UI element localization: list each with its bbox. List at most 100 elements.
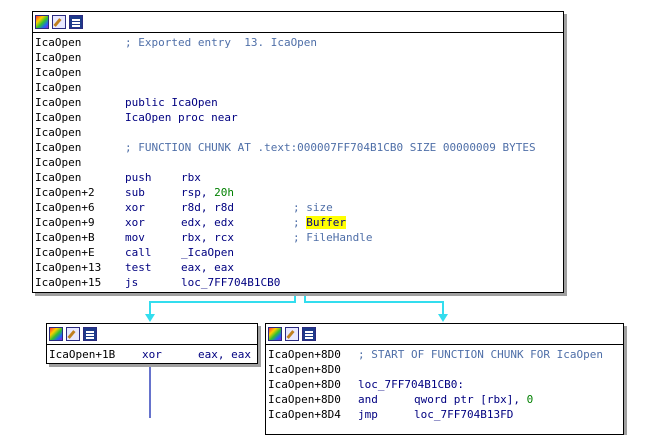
- operand-group: rsp, 20h: [181, 185, 293, 200]
- instruction-line[interactable]: IcaOpen+E call _IcaOpen: [35, 245, 563, 260]
- graph-view-icon[interactable]: [302, 327, 316, 341]
- code-line[interactable]: IcaOpen: [35, 155, 563, 170]
- color-palette-icon[interactable]: [49, 327, 63, 341]
- line-address: IcaOpen+2: [35, 186, 95, 199]
- mnemonic: xor: [125, 216, 145, 229]
- mnemonic: push: [125, 171, 152, 184]
- line-address: IcaOpen+8D0: [268, 393, 341, 406]
- code-line[interactable]: IcaOpen+8D0: [268, 362, 623, 377]
- graph-view-icon[interactable]: [83, 327, 97, 341]
- edit-pencil-icon[interactable]: [66, 327, 80, 341]
- label-text: public IcaOpen: [125, 96, 218, 109]
- line-address: IcaOpen: [35, 96, 82, 109]
- inline-comment: ; size: [293, 201, 333, 214]
- line-address: IcaOpen: [35, 156, 82, 169]
- graph-view-icon[interactable]: [69, 15, 83, 29]
- line-address: IcaOpen+13: [35, 261, 102, 274]
- code-line[interactable]: IcaOpen ; Exported entry 13. IcaOpen: [35, 35, 563, 50]
- instruction-line[interactable]: IcaOpen+B mov rbx, rcx ; FileHandle: [35, 230, 563, 245]
- block-toolbar: [266, 324, 623, 345]
- operand-group: r8d, r8d: [181, 200, 293, 215]
- code-line[interactable]: IcaOpen+1B xor eax, eax: [49, 347, 257, 362]
- instruction-line[interactable]: IcaOpen+15 js loc_7FF704B1CB0: [35, 275, 563, 290]
- line-address: IcaOpen+15: [35, 276, 102, 289]
- operand-group: loc_7FF704B1CB0: [181, 275, 293, 290]
- instruction-line[interactable]: IcaOpen+8D4 jmp loc_7FF704B13FD: [268, 407, 623, 422]
- operand-group: eax, eax: [181, 260, 293, 275]
- mnemonic: test: [125, 261, 152, 274]
- operands: rsp,: [181, 186, 215, 199]
- label-text: IcaOpen proc near: [125, 111, 238, 124]
- code-line[interactable]: IcaOpen: [35, 80, 563, 95]
- mnemonic: sub: [125, 186, 145, 199]
- instruction-line[interactable]: IcaOpen+13 test eax, eax: [35, 260, 563, 275]
- operands: rbx: [181, 171, 201, 184]
- line-address: IcaOpen: [35, 51, 82, 64]
- operands: eax, eax: [181, 261, 234, 274]
- operands: _IcaOpen: [181, 246, 234, 259]
- operand-group: rbx: [181, 170, 293, 185]
- operands: loc_7FF704B1CB0: [181, 276, 281, 289]
- immediate-value: 0: [526, 393, 534, 406]
- line-address: IcaOpen: [35, 81, 82, 94]
- instruction-line[interactable]: IcaOpen+6 xor r8d, r8d ; size: [35, 200, 563, 215]
- code-line[interactable]: IcaOpen+8D0 loc_7FF704B1CB0:: [268, 377, 623, 392]
- color-palette-icon[interactable]: [35, 15, 49, 29]
- code-line[interactable]: IcaOpen ; FUNCTION CHUNK AT .text:000007F…: [35, 140, 563, 155]
- line-address: IcaOpen+8D0: [268, 378, 341, 391]
- line-address: IcaOpen: [35, 66, 82, 79]
- inline-comment: ;: [293, 216, 307, 229]
- block-toolbar: [47, 324, 257, 345]
- code-line[interactable]: IcaOpen IcaOpen proc near: [35, 110, 563, 125]
- line-address: IcaOpen: [35, 141, 82, 154]
- mnemonic: and: [358, 393, 378, 406]
- comment-text: ; START OF FUNCTION CHUNK FOR IcaOpen: [358, 348, 604, 361]
- operands: eax, eax: [198, 348, 251, 361]
- label-text: loc_7FF704B1CB0:: [358, 378, 464, 391]
- operand-group: edx, edx: [181, 215, 293, 230]
- code-line[interactable]: IcaOpen public IcaOpen: [35, 95, 563, 110]
- chunk-code-listing: IcaOpen+8D0 ; START OF FUNCTION CHUNK FOR…: [266, 345, 623, 424]
- operand-group: _IcaOpen: [181, 245, 293, 260]
- code-line[interactable]: IcaOpen: [35, 65, 563, 80]
- function-chunk-block[interactable]: IcaOpen+8D0 ; START OF FUNCTION CHUNK FOR…: [265, 323, 624, 435]
- mnemonic: mov: [125, 231, 145, 244]
- operands: loc_7FF704B13FD: [414, 408, 514, 421]
- instruction-line[interactable]: IcaOpen+9 xor edx, edx; Buffer: [35, 215, 563, 230]
- color-palette-icon[interactable]: [268, 327, 282, 341]
- mnemonic: xor: [125, 201, 145, 214]
- line-address: IcaOpen: [35, 171, 82, 184]
- mnemonic: xor: [142, 348, 162, 361]
- operands: rbx, rcx: [181, 231, 234, 244]
- main-code-listing: IcaOpen; Exported entry 13. IcaOpen IcaOp…: [33, 33, 563, 292]
- edit-pencil-icon[interactable]: [52, 15, 66, 29]
- main-code-block[interactable]: IcaOpen; Exported entry 13. IcaOpen IcaOp…: [32, 11, 564, 293]
- operands: edx, edx: [181, 216, 234, 229]
- operands: r8d, r8d: [181, 201, 234, 214]
- line-address: IcaOpen+8D4: [268, 408, 341, 421]
- edit-pencil-icon[interactable]: [285, 327, 299, 341]
- line-address: IcaOpen: [35, 111, 82, 124]
- xor-code-listing: IcaOpen+1B xor eax, eax: [47, 345, 257, 364]
- line-address: IcaOpen+9: [35, 216, 95, 229]
- mnemonic: jmp: [358, 408, 378, 421]
- highlighted-symbol: Buffer: [306, 216, 346, 229]
- code-line[interactable]: IcaOpen: [35, 50, 563, 65]
- line-address: IcaOpen: [35, 126, 82, 139]
- xor-code-block[interactable]: IcaOpen+1B xor eax, eax: [46, 323, 258, 364]
- mnemonic: js: [125, 276, 139, 289]
- comment-text: ; Exported entry 13. IcaOpen: [125, 36, 318, 49]
- immediate-value: 20h: [214, 186, 234, 199]
- mnemonic: call: [125, 246, 152, 259]
- inline-comment: ; FileHandle: [293, 231, 373, 244]
- line-address: IcaOpen+8D0: [268, 363, 341, 376]
- instruction-line[interactable]: IcaOpen+8D0 and qword ptr [rbx], 0: [268, 392, 623, 407]
- line-address: IcaOpen+6: [35, 201, 95, 214]
- instruction-line[interactable]: IcaOpen+2 sub rsp, 20h: [35, 185, 563, 200]
- instruction-line[interactable]: IcaOpen push rbx: [35, 170, 563, 185]
- line-address: IcaOpen+E: [35, 246, 95, 259]
- block-toolbar: [33, 12, 563, 33]
- code-line[interactable]: IcaOpen: [35, 125, 563, 140]
- operands: qword ptr [rbx],: [414, 393, 527, 406]
- code-line[interactable]: IcaOpen+8D0 ; START OF FUNCTION CHUNK FOR…: [268, 347, 623, 362]
